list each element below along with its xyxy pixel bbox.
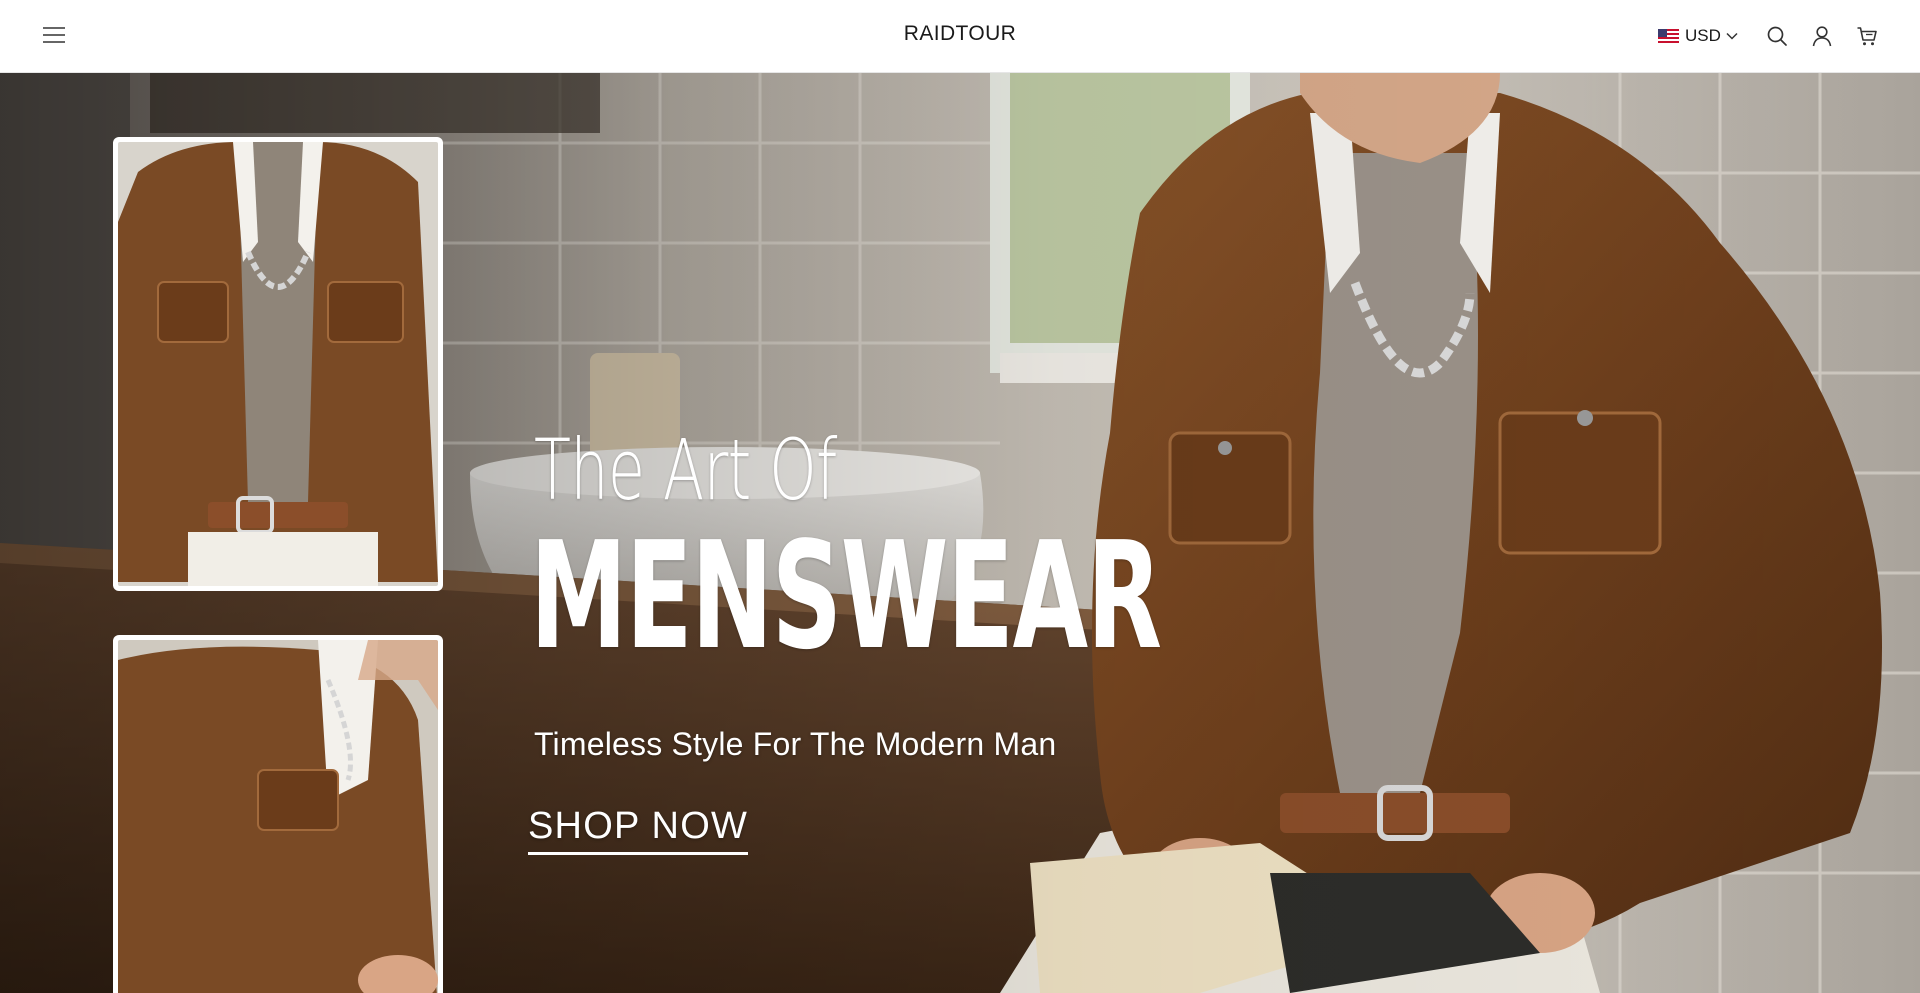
- hero-headline: MENSWEAR: [530, 510, 1162, 682]
- currency-code: USD: [1685, 26, 1721, 45]
- search-button[interactable]: [1763, 22, 1791, 50]
- shop-now-link[interactable]: SHOP NOW: [528, 805, 749, 855]
- hero-banner: The Art Of MENSWEAR Timeless Style For T…: [0, 73, 1920, 993]
- suede-jacket-side-photo: [118, 640, 438, 993]
- currency-selector[interactable]: USD: [1658, 24, 1738, 48]
- menu-icon: [43, 27, 65, 43]
- menu-button[interactable]: [38, 20, 70, 50]
- cart-icon: [1857, 27, 1877, 46]
- cart-button[interactable]: [1853, 22, 1881, 50]
- hero-eyebrow: The Art Of: [534, 421, 837, 519]
- account-button[interactable]: [1808, 22, 1836, 50]
- account-icon: [1812, 26, 1832, 47]
- thumbnail-jacket-side[interactable]: [113, 635, 443, 993]
- chevron-down-icon: [1726, 32, 1738, 40]
- search-icon: [1767, 26, 1787, 46]
- site-header: RAIDTOUR USD: [0, 0, 1920, 73]
- brand-logo[interactable]: RAIDTOUR: [904, 22, 1017, 45]
- us-flag-icon: [1658, 29, 1679, 43]
- suede-jacket-front-photo: [118, 142, 438, 586]
- hero-subtitle: Timeless Style For The Modern Man: [534, 726, 1057, 762]
- thumbnail-jacket-front[interactable]: [113, 137, 443, 591]
